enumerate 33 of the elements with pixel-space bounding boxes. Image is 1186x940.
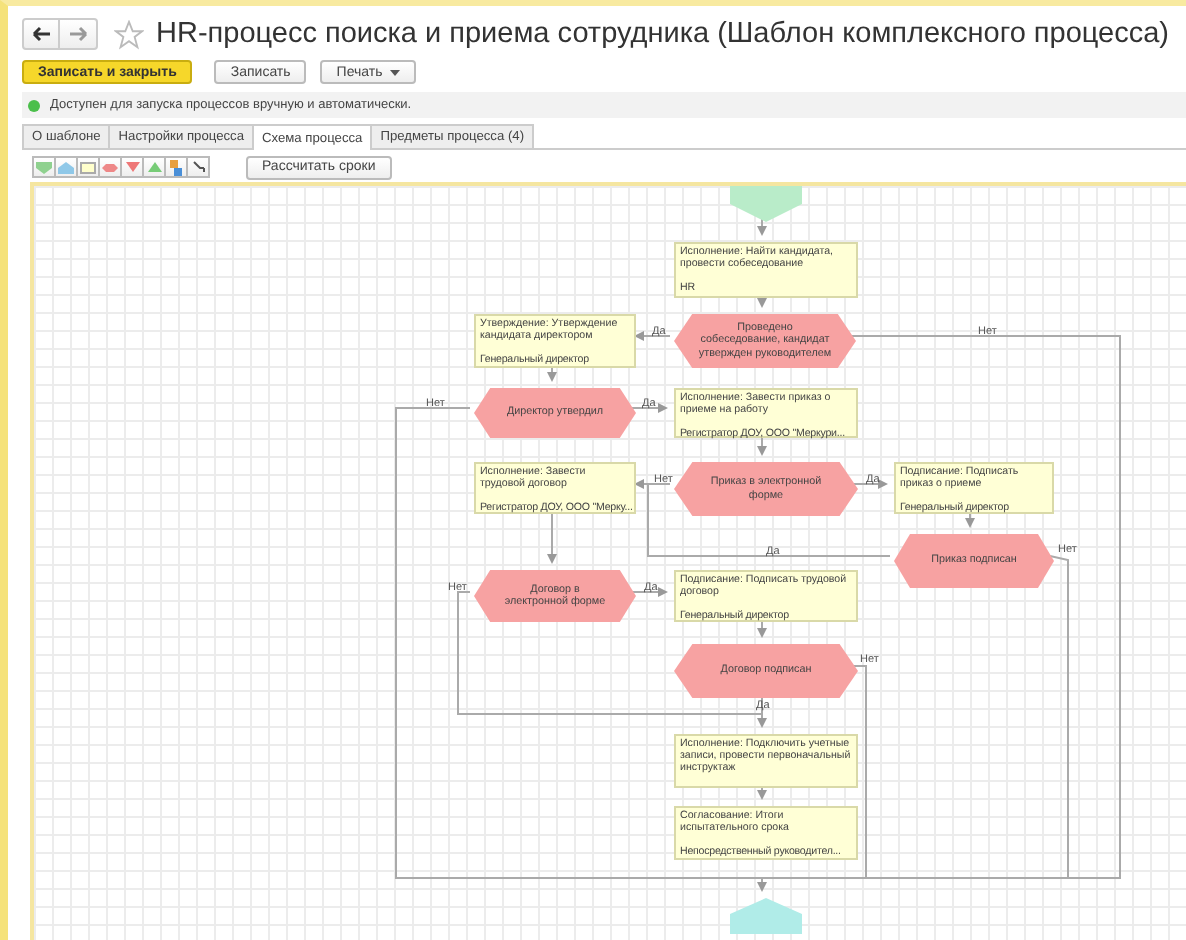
add-task-tool[interactable]	[76, 156, 100, 178]
task-shape-icon	[80, 161, 96, 173]
connector-arrow	[757, 293, 767, 308]
decision-shape-icon	[102, 161, 118, 173]
connector-icon	[191, 160, 205, 174]
connector-arrow	[757, 217, 767, 236]
connector-arrow	[965, 509, 975, 528]
add-split-tool[interactable]	[120, 156, 144, 178]
add-join-tool[interactable]	[142, 156, 166, 178]
connector-arrow	[547, 363, 557, 382]
status-dot-icon	[28, 99, 40, 111]
add-decision-tool[interactable]	[98, 156, 122, 178]
back-button[interactable]	[22, 18, 60, 50]
caret-icon	[390, 69, 401, 75]
start-shape-icon	[36, 161, 52, 173]
add-subprocess-tool[interactable]	[164, 156, 188, 178]
cubes-icon	[168, 159, 184, 175]
forward-arrow-icon	[68, 26, 88, 42]
end-node[interactable]	[730, 898, 802, 934]
add-connector-tool[interactable]	[186, 156, 210, 178]
connector-arrow	[757, 877, 767, 892]
start-node[interactable]	[730, 186, 802, 222]
connector-arrow	[757, 783, 767, 800]
connector-arrow	[757, 617, 767, 638]
connector-arrow	[547, 509, 557, 564]
end-shape-icon	[58, 161, 74, 173]
down-triangle-icon	[125, 162, 139, 172]
add-start-tool[interactable]	[32, 156, 56, 178]
back-arrow-icon	[31, 26, 51, 42]
up-triangle-icon	[147, 162, 161, 172]
window-title: HR-процесс поиска и приема сотрудника (Шаблон комплексного процесса)	[156, 18, 1170, 50]
star-icon[interactable]	[114, 19, 144, 49]
add-end-tool[interactable]	[54, 156, 78, 178]
